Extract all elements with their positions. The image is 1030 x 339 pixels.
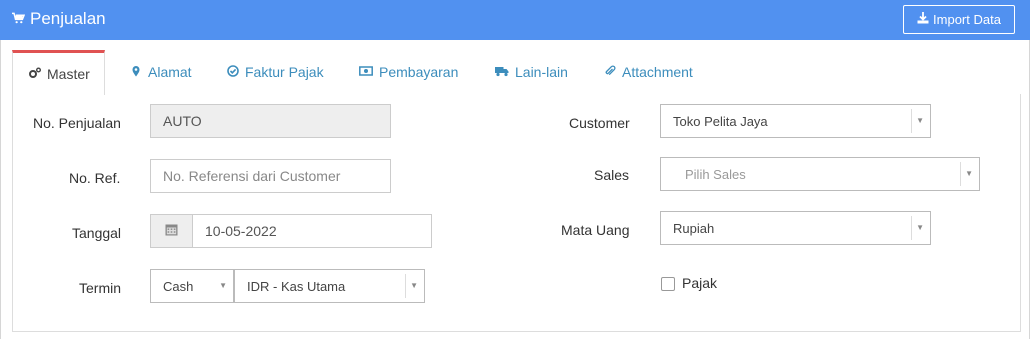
tab-bar: Master Alamat Faktur Pajak Pembayaran La… <box>12 50 1020 95</box>
select-separator <box>911 216 912 240</box>
tab-pembayaran[interactable]: Pembayaran <box>359 50 458 94</box>
page-title: Penjualan <box>12 9 106 29</box>
page-header: Penjualan Import Data <box>0 0 1030 40</box>
select-separator <box>405 274 406 298</box>
paperclip-icon <box>604 64 616 80</box>
termin-value: Cash <box>163 278 194 294</box>
cogs-icon <box>29 66 41 82</box>
chevron-down-icon: ▼ <box>916 116 924 125</box>
customer-label: Customer <box>569 115 630 131</box>
tab-lain-lain-label: Lain-lain <box>515 64 568 80</box>
pajak-checkbox[interactable] <box>661 277 675 291</box>
no-ref-label: No. Ref. <box>69 170 121 186</box>
cart-icon <box>12 9 26 29</box>
no-ref-input[interactable] <box>150 159 391 193</box>
select-separator <box>960 162 961 186</box>
sales-label: Sales <box>594 167 630 183</box>
termin-select[interactable]: Cash ▼ <box>150 269 234 303</box>
no-penjualan-label: No. Penjualan <box>33 115 121 131</box>
map-marker-icon <box>130 64 142 80</box>
download-icon <box>917 12 929 27</box>
mata-uang-value: Rupiah <box>673 220 715 236</box>
truck-icon <box>495 64 509 80</box>
tab-faktur-pajak-label: Faktur Pajak <box>245 64 324 80</box>
tanggal-label: Tanggal <box>72 225 122 241</box>
master-panel: No. Penjualan No. Ref. Tanggal Termin Ca… <box>12 94 1021 332</box>
customer-value: Toko Pelita Jaya <box>673 113 768 129</box>
pajak-label: Pajak <box>682 275 718 291</box>
page-title-text: Penjualan <box>30 9 106 28</box>
calendar-addon[interactable] <box>150 214 192 248</box>
mata-uang-select[interactable]: Rupiah ▼ <box>660 211 931 245</box>
import-data-button[interactable]: Import Data <box>903 5 1015 34</box>
termin-label: Termin <box>79 280 122 296</box>
chevron-down-icon: ▼ <box>965 169 973 178</box>
tab-master-label: Master <box>47 66 90 82</box>
check-circle-icon <box>227 64 239 80</box>
no-penjualan-input[interactable] <box>150 104 391 138</box>
tab-attachment[interactable]: Attachment <box>604 50 693 94</box>
select-separator <box>911 109 912 133</box>
chevron-down-icon: ▼ <box>916 223 924 232</box>
tab-master[interactable]: Master <box>12 50 105 95</box>
tanggal-input[interactable] <box>192 214 432 248</box>
mata-uang-label: Mata Uang <box>561 222 630 238</box>
tab-pembayaran-label: Pembayaran <box>379 64 459 80</box>
sales-placeholder: Pilih Sales <box>685 166 746 182</box>
chevron-down-icon: ▼ <box>219 281 227 290</box>
money-icon <box>359 64 373 80</box>
import-data-label: Import Data <box>933 12 1001 27</box>
kas-account-value: IDR - Kas Utama <box>247 278 346 294</box>
tab-faktur-pajak[interactable]: Faktur Pajak <box>227 50 324 94</box>
customer-select[interactable]: Toko Pelita Jaya ▼ <box>660 104 931 138</box>
calendar-icon <box>165 223 178 239</box>
chevron-down-icon: ▼ <box>410 281 418 290</box>
sales-select[interactable]: Pilih Sales ▼ <box>660 157 980 191</box>
tab-attachment-label: Attachment <box>622 64 693 80</box>
kas-account-select[interactable]: IDR - Kas Utama ▼ <box>234 269 425 303</box>
tab-alamat[interactable]: Alamat <box>130 50 192 94</box>
tab-alamat-label: Alamat <box>148 64 192 80</box>
tab-lain-lain[interactable]: Lain-lain <box>495 50 568 94</box>
